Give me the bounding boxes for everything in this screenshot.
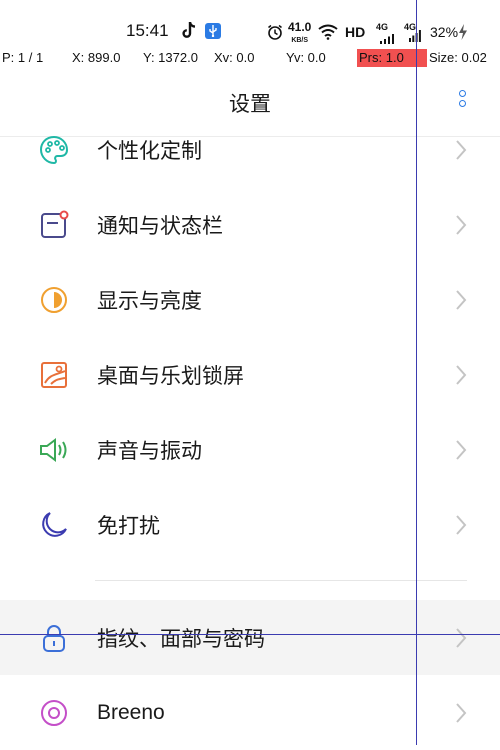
menu-item-sound-vibration[interactable]: 声音与振动: [0, 412, 500, 487]
menu-item-label: Breeno: [97, 700, 165, 724]
pointer-yv: Yv: 0.0: [286, 50, 326, 65]
pointer-xv: Xv: 0.0: [214, 50, 255, 65]
menu-item-label: 通知与状态栏: [97, 213, 223, 238]
pointer-y: Y: 1372.0: [143, 50, 198, 65]
status-bar: 15:41 41.0 KB/S HD 4G 4G 32%: [0, 0, 500, 44]
net-speed-value: 41.0: [288, 20, 312, 34]
section-divider: [95, 580, 467, 581]
pointer-crosshair-horizontal: [0, 634, 500, 635]
chevron-right-icon: [454, 139, 468, 161]
wifi-icon: [318, 24, 338, 43]
chevron-right-icon: [454, 289, 468, 311]
moon-icon: [38, 509, 70, 541]
pointer-location-overlay: P: 1 / 1 X: 899.0 Y: 1372.0 Xv: 0.0 Yv: …: [0, 47, 500, 69]
notification-icon: [38, 209, 70, 241]
hd-label: HD: [345, 24, 366, 40]
tiktok-icon: [181, 21, 197, 42]
wallpaper-icon: [38, 359, 70, 391]
chevron-right-icon: [454, 214, 468, 236]
menu-item-fingerprint-face-password[interactable]: 指纹、面部与密码: [0, 600, 500, 675]
chevron-right-icon: [454, 702, 468, 724]
chevron-right-icon: [454, 627, 468, 649]
menu-item-notifications[interactable]: 通知与状态栏: [0, 187, 500, 262]
menu-item-label: 桌面与乐划锁屏: [97, 363, 244, 388]
chevron-right-icon: [454, 364, 468, 386]
battery-percent: 32%: [430, 24, 459, 40]
net-speed-unit: KB/S: [291, 37, 309, 44]
status-time: 15:41: [126, 21, 169, 40]
menu-item-label: 声音与振动: [97, 438, 202, 463]
menu-item-label: 个性化定制: [97, 138, 202, 163]
breeno-icon: [38, 697, 70, 729]
alarm-icon: [267, 24, 283, 43]
speaker-icon: [38, 434, 70, 466]
usb-debug-icon: [205, 23, 221, 39]
signal-icon-2: [409, 29, 421, 45]
menu-item-personalization[interactable]: 个性化定制: [0, 112, 500, 187]
pointer-pressure: Prs: 1.0: [359, 50, 404, 65]
palette-icon: [38, 134, 70, 166]
net-speed: 41.0 KB/S: [288, 20, 312, 46]
brightness-icon: [38, 284, 70, 316]
menu-item-breeno[interactable]: Breeno: [0, 675, 500, 750]
menu-item-do-not-disturb[interactable]: 免打扰: [0, 487, 500, 562]
menu-item-display-brightness[interactable]: 显示与亮度: [0, 262, 500, 337]
chevron-right-icon: [454, 439, 468, 461]
menu-item-home-lockscreen[interactable]: 桌面与乐划锁屏: [0, 337, 500, 412]
pointer-size: Size: 0.02: [429, 50, 487, 65]
signal-icon-1: [380, 31, 394, 47]
chevron-right-icon: [454, 514, 468, 536]
lock-icon: [38, 622, 70, 654]
menu-item-label: 显示与亮度: [97, 288, 202, 313]
menu-item-label: 免打扰: [97, 513, 160, 538]
pointer-x: X: 899.0: [72, 50, 121, 65]
charging-icon: [458, 24, 468, 43]
menu-item-label: 指纹、面部与密码: [97, 626, 265, 651]
pointer-count: P: 1 / 1: [2, 50, 44, 65]
